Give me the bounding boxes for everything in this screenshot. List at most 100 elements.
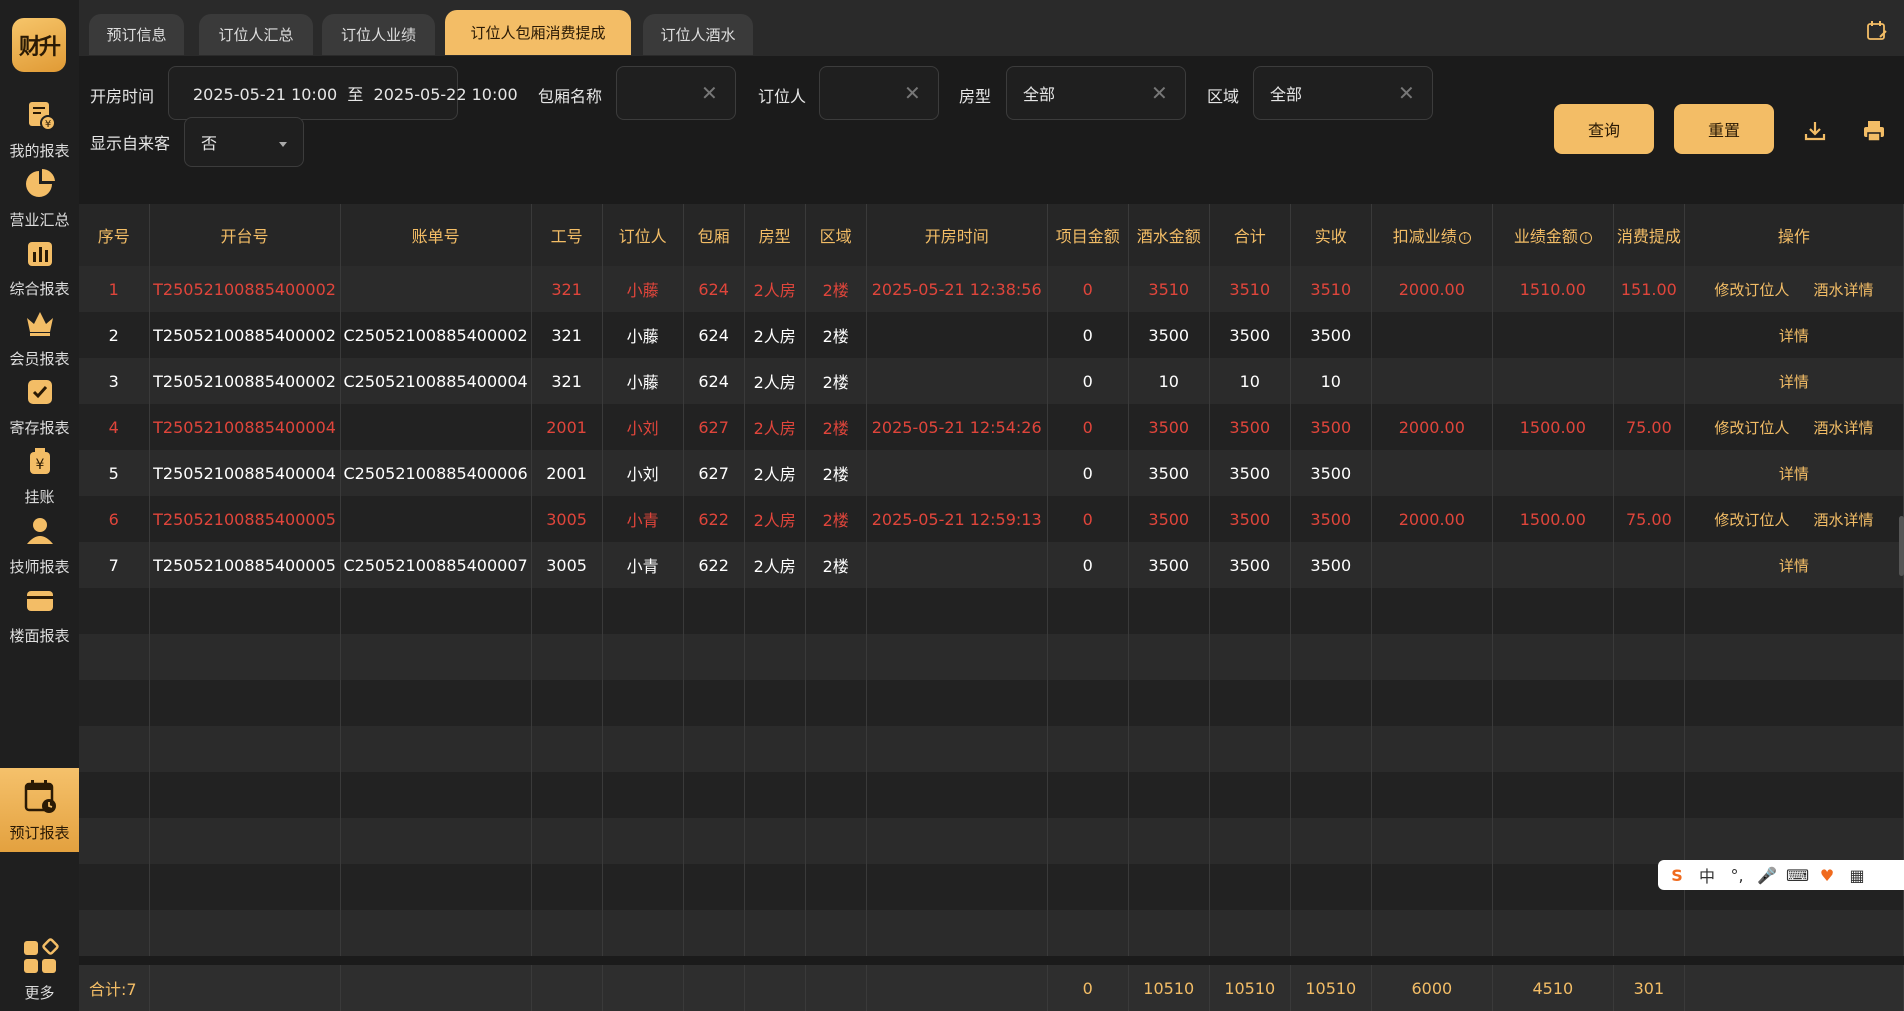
microphone-icon[interactable]: 🎤 xyxy=(1756,866,1778,885)
sidebar-item-booking-report[interactable]: 预订报表 xyxy=(0,768,79,852)
column-header-label: 订位人 xyxy=(618,227,667,246)
tab-booking-info[interactable]: 预订信息 xyxy=(89,14,184,55)
column-header: 开台号 xyxy=(149,204,341,266)
column-header: 业绩金额 i xyxy=(1492,204,1614,266)
clear-icon[interactable]: ✕ xyxy=(1151,83,1169,103)
table-row: 3 T25052100885400002 C25052100885400004 321… xyxy=(79,358,1904,404)
table-cell xyxy=(79,588,150,634)
download-icon[interactable] xyxy=(1803,119,1827,143)
table-cell: 3005 xyxy=(531,496,603,542)
total-cell: 10510 xyxy=(1209,965,1291,1011)
table-cell: 321 xyxy=(531,266,603,312)
detail-link[interactable]: 详情 xyxy=(1779,327,1809,345)
totals-row: 合计:7 0 10510 10510 10510 6000 4510 301 xyxy=(79,965,1904,1011)
ime-toolbar[interactable]: S 中 °, 🎤 ⌨ ♥ ▦ xyxy=(1658,860,1904,890)
area-select[interactable]: 全部 ✕ xyxy=(1253,66,1433,120)
edit-booker-link[interactable]: 修改订位人 xyxy=(1714,281,1789,299)
booker-input[interactable]: ✕ xyxy=(819,66,939,120)
table-row: 5 T25052100885400004 C25052100885400006 200… xyxy=(79,450,1904,496)
table-cell: 2人房 xyxy=(744,312,806,358)
grid-icon xyxy=(21,937,59,976)
query-button[interactable]: 查询 xyxy=(1554,104,1654,154)
table-cell xyxy=(149,680,341,726)
sidebar-item-floor-report[interactable]: 楼面报表 xyxy=(0,571,79,655)
table-cell xyxy=(1613,910,1685,956)
room-type-select[interactable]: 全部 ✕ xyxy=(1006,66,1186,120)
column-header: 合计 xyxy=(1209,204,1291,266)
scrollbar-handle[interactable] xyxy=(1899,516,1904,576)
table-cell: 3510 xyxy=(1128,266,1210,312)
table-cell: 3500 xyxy=(1128,312,1210,358)
sidebar-item-label: 楼面报表 xyxy=(9,626,70,645)
table-cell xyxy=(1128,772,1210,818)
table-cell xyxy=(1613,634,1685,680)
reset-button[interactable]: 重置 xyxy=(1674,104,1774,154)
table-cell: 622 xyxy=(683,542,745,588)
table-cell: 4 xyxy=(79,404,150,450)
show-walkin-select[interactable]: 否 xyxy=(184,117,304,167)
table-cell xyxy=(1371,910,1493,956)
toolbox-grid-icon[interactable]: ▦ xyxy=(1846,866,1868,885)
table-cell: 小青 xyxy=(602,542,684,588)
keyboard-icon[interactable]: ⌨ xyxy=(1786,866,1809,885)
table-cell xyxy=(1371,588,1493,634)
tab-booker-summary[interactable]: 订位人汇总 xyxy=(199,14,313,55)
table-cell xyxy=(149,726,341,772)
table-cell xyxy=(79,818,150,864)
edit-booker-link[interactable]: 修改订位人 xyxy=(1714,511,1789,529)
table-cell xyxy=(1290,772,1372,818)
tab-booker-room-commission[interactable]: 订位人包厢消费提成 xyxy=(445,10,631,55)
punctuation-icon[interactable]: °, xyxy=(1726,866,1748,885)
sogou-logo-icon[interactable]: S xyxy=(1666,866,1688,885)
detail-link[interactable]: 详情 xyxy=(1779,557,1809,575)
table-row: 1 T25052100885400002 321 小藤 624 2人房 2楼 2025-05-… xyxy=(79,266,1904,312)
column-header: 实收 xyxy=(1290,204,1372,266)
skin-icon[interactable]: ♥ xyxy=(1816,866,1838,885)
edit-booker-link[interactable]: 修改订位人 xyxy=(1714,419,1789,437)
column-header-label: 扣减业绩 xyxy=(1392,227,1457,246)
filter-panel: 开房时间 2025-05-21 10:00 至 2025-05-22 10:00… xyxy=(79,56,1904,204)
table-cell: 321 xyxy=(531,358,603,404)
table-cell: 小藤 xyxy=(602,358,684,404)
calendar-edit-icon[interactable] xyxy=(1866,20,1888,42)
table-cell xyxy=(805,818,867,864)
table-cell xyxy=(1492,588,1614,634)
room-name-input[interactable]: ✕ xyxy=(616,66,736,120)
drink-detail-link[interactable]: 酒水详情 xyxy=(1813,511,1873,529)
info-icon[interactable]: i xyxy=(1458,231,1471,244)
table-footer: 合计:7 0 10510 10510 10510 6000 4510 301 xyxy=(79,965,1904,1011)
print-icon[interactable] xyxy=(1862,119,1886,143)
sidebar-item-more[interactable]: 更多 xyxy=(0,928,79,1011)
detail-link[interactable]: 详情 xyxy=(1779,373,1809,391)
table-row: 6 T25052100885400005 3005 小青 622 2人房 2楼 2025-05… xyxy=(79,496,1904,542)
detail-link[interactable]: 详情 xyxy=(1779,465,1809,483)
tab-booker-drinks[interactable]: 订位人酒水 xyxy=(643,14,753,55)
tab-booker-performance[interactable]: 订位人业绩 xyxy=(322,14,435,55)
table-cell: T25052100885400004 xyxy=(149,450,341,496)
table-cell xyxy=(149,864,341,910)
total-cell: 301 xyxy=(1613,965,1685,1011)
clear-icon[interactable]: ✕ xyxy=(904,83,922,103)
info-icon[interactable]: i xyxy=(1579,231,1592,244)
drink-detail-link[interactable]: 酒水详情 xyxy=(1813,419,1873,437)
clear-icon[interactable]: ✕ xyxy=(1398,83,1416,103)
table-cell xyxy=(1684,634,1904,680)
drink-detail-link[interactable]: 酒水详情 xyxy=(1813,281,1873,299)
table-cell xyxy=(1371,680,1493,726)
table-cell xyxy=(531,726,603,772)
user-icon xyxy=(21,512,59,550)
table-cell xyxy=(531,864,603,910)
table-cell: 622 xyxy=(683,496,745,542)
table-cell: 3500 xyxy=(1209,496,1291,542)
table-cell: T25052100885400005 xyxy=(149,542,341,588)
open-time-range-input[interactable]: 2025-05-21 10:00 至 2025-05-22 10:00 xyxy=(168,66,518,120)
table-cell: T25052100885400002 xyxy=(149,312,341,358)
table-cell xyxy=(602,588,684,634)
table-cell xyxy=(683,772,745,818)
ime-lang-toggle[interactable]: 中 xyxy=(1696,863,1718,887)
table-cell: 2001 xyxy=(531,404,603,450)
column-header: 区域 xyxy=(805,204,867,266)
table-cell xyxy=(1613,680,1685,726)
table-cell: T25052100885400002 xyxy=(149,266,341,312)
clear-icon[interactable]: ✕ xyxy=(701,83,719,103)
